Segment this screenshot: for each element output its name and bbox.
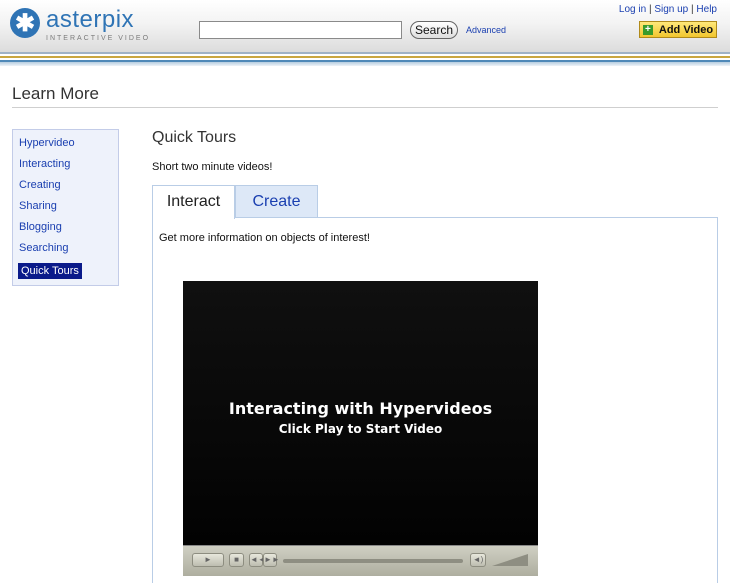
add-video-button[interactable]: + Add Video: [639, 21, 717, 38]
fast-forward-icon[interactable]: ►►: [263, 553, 280, 567]
site-header: ✱ asterpix INTERACTIVE VIDEO Search Adva…: [0, 0, 730, 52]
sidebar-item-searching[interactable]: Searching: [18, 240, 113, 256]
login-link[interactable]: Log in: [619, 4, 646, 15]
video-screen[interactable]: Interacting with Hypervideos Click Play …: [183, 281, 538, 545]
panel-description: Get more information on objects of inter…: [159, 232, 370, 244]
add-video-label: Add Video: [658, 23, 714, 36]
volume-icon[interactable]: ◄): [470, 553, 486, 567]
search-button[interactable]: Search: [410, 21, 458, 39]
page-title: Learn More: [12, 84, 99, 103]
sidebar-item-interacting[interactable]: Interacting: [18, 156, 113, 172]
play-icon[interactable]: ►: [192, 553, 224, 567]
logo-text: asterpix INTERACTIVE VIDEO: [46, 6, 151, 43]
asterpix-logo[interactable]: ✱ asterpix INTERACTIVE VIDEO: [10, 8, 150, 42]
header-stripes: [0, 52, 730, 66]
asterisk-logo-icon: ✱: [10, 8, 40, 38]
sidebar-item-hypervideo[interactable]: Hypervideo: [18, 135, 113, 151]
rewind-icon[interactable]: ◄◄: [249, 553, 266, 567]
separator: |: [648, 4, 652, 15]
sidebar-nav: Hypervideo Interacting Creating Sharing …: [12, 129, 119, 286]
advanced-search-link[interactable]: Advanced: [466, 25, 506, 35]
sidebar-item-blogging[interactable]: Blogging: [18, 219, 113, 235]
brand-tagline: INTERACTIVE VIDEO: [46, 35, 151, 42]
add-icon: +: [642, 24, 653, 35]
sidebar-item-creating[interactable]: Creating: [18, 177, 113, 193]
sidebar-item-quick-tours[interactable]: Quick Tours: [18, 263, 82, 279]
section-subtitle: Short two minute videos!: [152, 161, 273, 173]
section-title: Quick Tours: [152, 129, 237, 146]
player-controls: ► ■ ◄◄ ►► ◄): [183, 545, 538, 576]
seek-bar[interactable]: [283, 559, 463, 563]
separator: |: [691, 4, 694, 15]
brand-name: asterpix: [46, 6, 135, 33]
account-links: Log in | Sign up | Help: [619, 4, 717, 15]
sidebar-item-sharing[interactable]: Sharing: [18, 198, 113, 214]
search-input[interactable]: [199, 21, 402, 39]
tab-create[interactable]: Create: [235, 185, 318, 218]
video-subtitle: Click Play to Start Video: [278, 422, 443, 436]
signup-link[interactable]: Sign up: [654, 4, 688, 15]
tab-panel: Get more information on objects of inter…: [152, 217, 718, 583]
divider: [12, 107, 718, 108]
tab-interact[interactable]: Interact: [152, 185, 235, 219]
stop-icon[interactable]: ■: [229, 553, 244, 567]
video-player: Interacting with Hypervideos Click Play …: [183, 281, 538, 576]
help-link[interactable]: Help: [696, 4, 717, 15]
video-title: Interacting with Hypervideos: [228, 399, 493, 418]
volume-slider[interactable]: [492, 554, 528, 566]
